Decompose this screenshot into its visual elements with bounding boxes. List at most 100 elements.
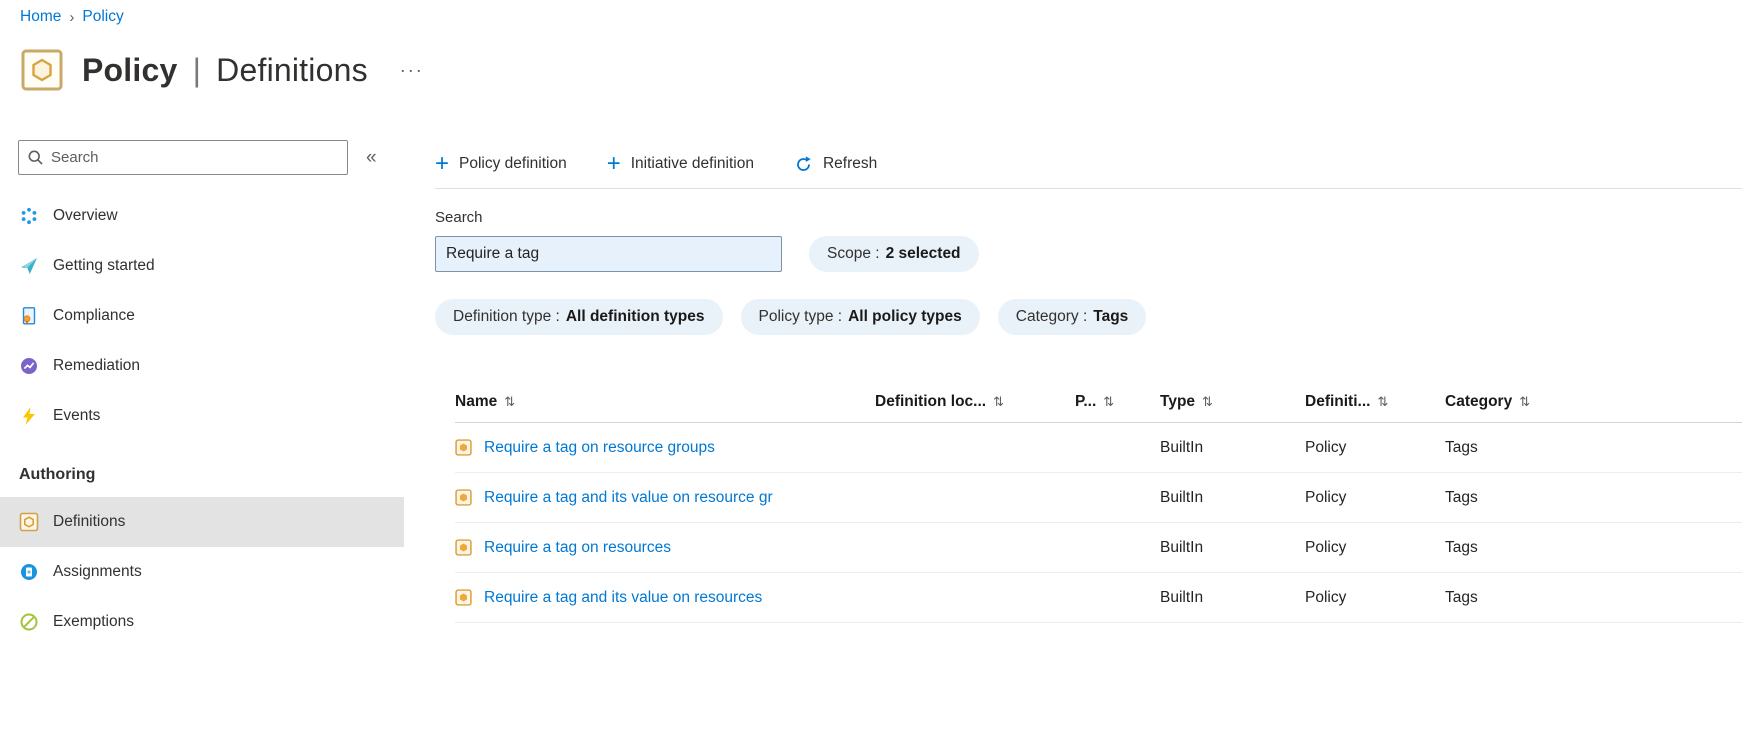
table-row: Require a tag on resource groups BuiltIn… [455,423,1742,473]
table-row: Require a tag and its value on resources… [455,573,1742,623]
toolbar-divider [435,188,1742,189]
more-options-icon[interactable]: ··· [400,60,424,81]
remediation-icon [19,356,39,376]
policy-page-icon [20,48,64,92]
pill-value: All policy types [848,308,962,325]
pill-label: Definition type : [453,308,560,325]
type-cell: BuiltIn [1160,488,1204,506]
column-header-type[interactable]: Type ⇅ [1160,393,1305,411]
sidebar-item-label: Events [53,407,101,424]
definition-link[interactable]: Require a tag on resource groups [484,439,715,457]
definition-type-cell: Policy [1305,588,1347,606]
initiative-definition-button[interactable]: + Initiative definition [607,152,754,176]
pill-label: Scope : [827,245,880,262]
definition-type-filter-pill[interactable]: Definition type : All definition types [435,299,723,335]
pill-value: 2 selected [885,245,961,262]
sidebar-item-events[interactable]: Events [0,391,404,441]
pill-value: Tags [1093,308,1129,325]
policy-row-icon [455,539,472,556]
sidebar-item-label: Definitions [53,513,126,530]
policy-definition-label: Policy definition [459,155,567,172]
policy-row-icon [455,489,472,506]
definition-type-cell: Policy [1305,438,1347,456]
sidebar-search-row: « [0,140,404,175]
page-title-secondary: Definitions [216,51,368,88]
definition-link[interactable]: Require a tag on resources [484,539,671,557]
page-title-separator: | [192,51,202,88]
category-cell: Tags [1445,438,1478,456]
sidebar-item-label: Getting started [53,257,155,274]
assignments-icon [19,562,39,582]
sort-icon: ⇅ [1519,393,1531,409]
sort-icon: ⇅ [1103,393,1115,409]
breadcrumb-policy-link[interactable]: Policy [82,8,123,26]
column-header-definition-type[interactable]: Definiti... ⇅ [1305,393,1445,411]
table-row: Require a tag and its value on resource … [455,473,1742,523]
sidebar-item-getting-started[interactable]: Getting started [0,241,404,291]
category-filter-pill[interactable]: Category : Tags [997,299,1147,335]
breadcrumb-home-link[interactable]: Home [20,8,61,26]
table-row: Require a tag on resources BuiltIn Polic… [455,523,1742,573]
name-cell: Require a tag on resources [455,539,875,557]
sidebar-item-compliance[interactable]: Compliance [0,291,404,341]
page-title-primary: Policy [82,51,178,88]
pill-label: Category : [1015,308,1088,325]
events-icon [19,406,39,426]
sidebar-item-label: Assignments [53,563,142,580]
column-label: Type [1160,392,1196,410]
toolbar: + Policy definition + Initiative definit… [435,142,1742,186]
definition-link[interactable]: Require a tag and its value on resource … [484,489,773,507]
sidebar-item-remediation[interactable]: Remediation [0,341,404,391]
compliance-icon [19,306,39,326]
category-cell: Tags [1445,488,1478,506]
refresh-button[interactable]: Refresh [794,155,877,174]
column-header-definition-location[interactable]: Definition loc... ⇅ [875,393,1075,411]
page-title: Policy | Definitions [82,52,368,89]
definition-search-input[interactable] [435,236,782,272]
policy-definition-button[interactable]: + Policy definition [435,152,567,176]
definition-link[interactable]: Require a tag and its value on resources [484,589,762,607]
sidebar-item-label: Compliance [53,307,135,324]
pill-value: All definition types [565,308,705,325]
filter-row-2: Definition type : All definition types P… [435,299,1742,335]
sidebar-search-wrap [18,140,348,175]
sort-icon: ⇅ [1377,393,1389,409]
sidebar-item-label: Exemptions [53,613,134,630]
sort-icon: ⇅ [1202,393,1213,409]
sidebar-item-label: Remediation [53,357,141,374]
refresh-icon [794,155,813,174]
type-cell: BuiltIn [1160,538,1204,556]
plus-icon: + [606,150,621,177]
getting-started-icon [19,256,39,276]
sidebar-search-input[interactable] [18,140,348,175]
name-cell: Require a tag and its value on resources [455,589,875,607]
name-cell: Require a tag on resource groups [455,439,875,457]
refresh-label: Refresh [822,155,878,172]
definitions-table: Name ⇅ Definition loc... ⇅ P... ⇅ Type ⇅… [435,381,1742,623]
column-label: Definition loc... [875,392,987,410]
sidebar-item-definitions[interactable]: Definitions [0,497,404,547]
column-label: Definiti... [1305,392,1371,410]
column-header-category[interactable]: Category ⇅ [1445,393,1742,411]
policy-type-filter-pill[interactable]: Policy type : All policy types [740,299,980,335]
sidebar-section-authoring: Authoring [19,466,96,483]
sidebar-item-overview[interactable]: Overview [0,191,404,241]
main-content: + Policy definition + Initiative definit… [435,142,1742,623]
type-cell: BuiltIn [1160,438,1204,456]
filter-row-1: Scope : 2 selected [435,236,1742,272]
initiative-definition-label: Initiative definition [630,155,754,172]
policy-row-icon [455,589,472,606]
table-header-row: Name ⇅ Definition loc... ⇅ P... ⇅ Type ⇅… [455,381,1742,423]
sidebar-item-exemptions[interactable]: Exemptions [0,597,404,647]
category-cell: Tags [1445,538,1478,556]
column-header-p[interactable]: P... ⇅ [1075,393,1160,411]
scope-filter-pill[interactable]: Scope : 2 selected [809,236,979,272]
breadcrumb-chevron-icon: › [69,8,75,26]
name-cell: Require a tag and its value on resource … [455,489,875,507]
sidebar-collapse-icon[interactable]: « [366,147,377,169]
column-header-name[interactable]: Name ⇅ [455,393,875,411]
search-label: Search [435,209,483,226]
column-label: Category [1445,392,1513,410]
sidebar-item-assignments[interactable]: Assignments [0,547,404,597]
sort-icon: ⇅ [504,393,516,409]
